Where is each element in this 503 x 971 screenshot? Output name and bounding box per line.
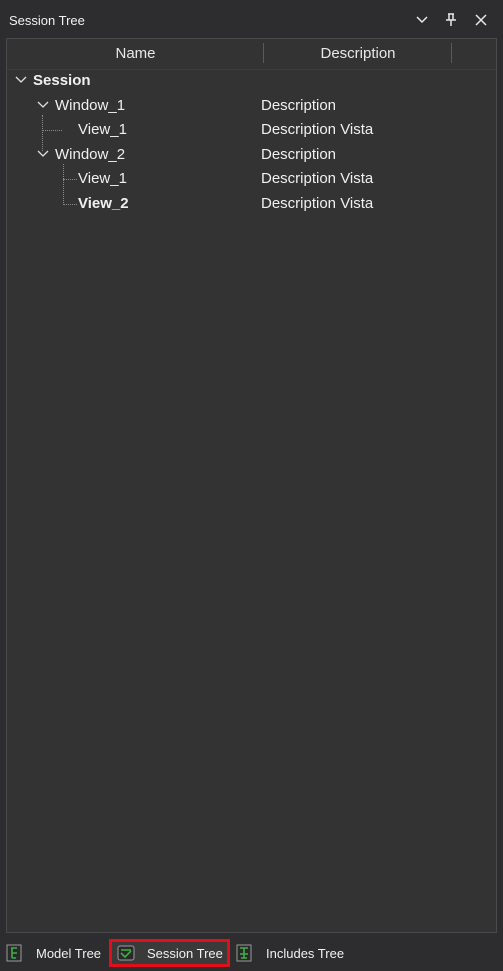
includes-tree-icon	[236, 944, 252, 962]
tree-node-label: View_2	[78, 195, 129, 212]
name-column-header[interactable]: Name	[7, 45, 264, 62]
tab-label: Model Tree	[36, 945, 102, 961]
chevron-down-icon[interactable]	[36, 98, 50, 112]
tree-node-description: Description	[261, 146, 337, 163]
pin-icon[interactable]	[440, 9, 462, 31]
column-divider[interactable]	[263, 43, 264, 63]
tree-node-label: View_1	[78, 121, 127, 138]
chevron-down-icon[interactable]	[411, 9, 433, 31]
tree-node-description: Description Vista	[261, 121, 374, 138]
tab-includes-tree[interactable]: Includes Tree	[236, 939, 356, 967]
title-bar: Session Tree	[0, 0, 503, 38]
tree-node-window-2-view-1[interactable]: View_1 Description Vista	[7, 168, 496, 192]
tab-model-tree[interactable]: Model Tree	[6, 939, 106, 967]
tree-node-description: Description	[261, 97, 337, 114]
chevron-down-icon[interactable]	[36, 147, 50, 161]
panel-title: Session Tree	[9, 13, 85, 28]
tree-node-window-1-view-1[interactable]: View_1 Description Vista	[7, 119, 496, 143]
tree-node-description: Description Vista	[261, 195, 374, 212]
column-divider[interactable]	[451, 43, 452, 63]
session-tree-panel: Name Description Session Window_1 Descri…	[6, 38, 497, 933]
tree-node-label: View_1	[78, 170, 127, 187]
tree-node-label: Window_1	[55, 97, 126, 114]
tree-node-window-1[interactable]: Window_1 Description	[7, 95, 496, 119]
description-column-header[interactable]: Description	[265, 45, 451, 62]
tab-session-tree[interactable]: Session Tree	[109, 939, 230, 967]
tree-node-label: Window_2	[55, 146, 126, 163]
column-header: Name Description	[7, 39, 496, 70]
session-tree-icon	[117, 945, 135, 961]
tree-node-description: Description Vista	[261, 170, 374, 187]
tab-label: Includes Tree	[266, 945, 345, 961]
tree-node-session[interactable]: Session	[7, 70, 496, 94]
tree-node-label: Session	[33, 72, 91, 89]
tree-node-window-2-view-2[interactable]: View_2 Description Vista	[7, 193, 496, 217]
tab-label: Session Tree	[147, 945, 223, 961]
close-icon[interactable]	[470, 9, 492, 31]
tree-node-window-2[interactable]: Window_2 Description	[7, 144, 496, 168]
bottom-tab-bar: Model Tree Session Tree Includes Tree	[0, 934, 503, 971]
chevron-down-icon[interactable]	[14, 73, 28, 87]
model-tree-icon	[6, 944, 22, 962]
